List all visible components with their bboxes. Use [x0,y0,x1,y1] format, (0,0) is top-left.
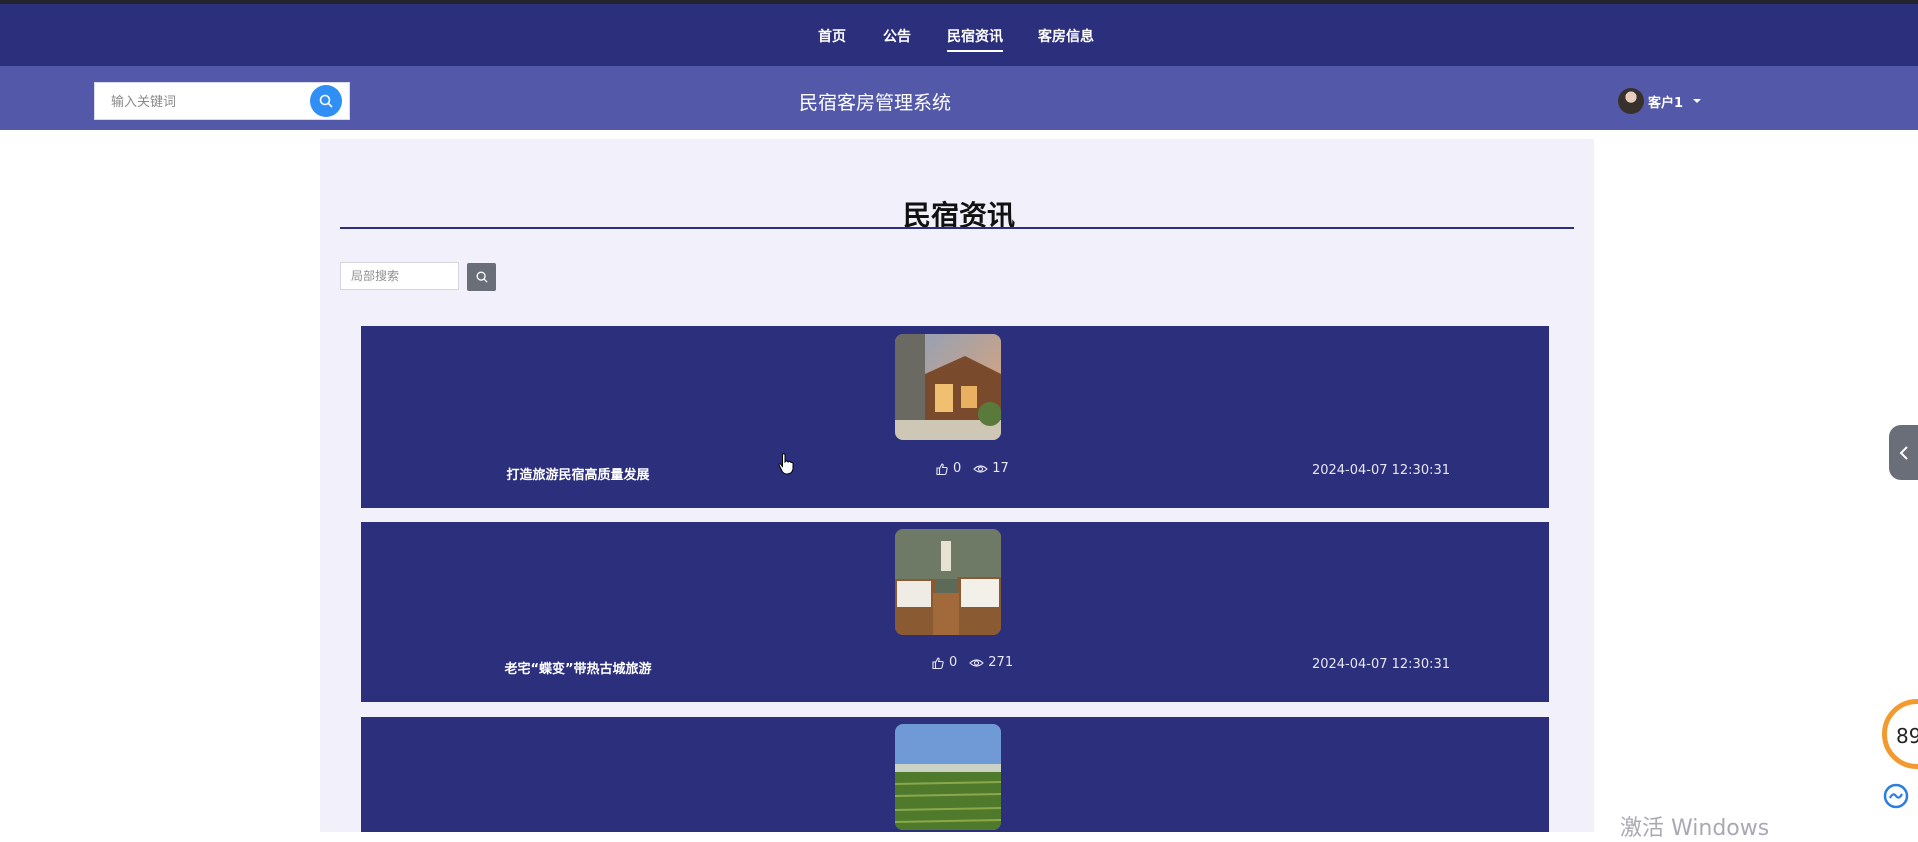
hand-cursor-icon [778,453,794,475]
view-count: 17 [992,461,1009,476]
search-icon [319,94,333,108]
user-menu[interactable]: 客户1 [1618,88,1702,114]
os-activation-watermark: 激活 Windows [1620,816,1770,841]
chevron-down-icon [1693,99,1702,103]
assistant-icon [1883,783,1909,809]
article-card[interactable]: 老宅“蝶变”带热古城旅游 0 271 2024-04-07 12:30:31 [361,522,1549,702]
search-button[interactable] [310,85,342,117]
article-date: 2024-04-07 12:30:31 [1311,463,1451,478]
article-thumbnail[interactable] [895,724,1001,830]
article-title[interactable]: 打造旅游民宿高质量发展 [498,464,658,483]
like-count: 0 [949,655,958,670]
article-thumbnail[interactable] [895,529,1001,635]
article-date: 2024-04-07 12:30:31 [1311,657,1451,672]
eye-icon [973,464,989,473]
floating-badge-number: 89 [1896,724,1918,748]
article-card[interactable] [361,717,1549,832]
nav-item-rooms[interactable]: 客房信息 [1038,26,1094,46]
article-card[interactable]: 打造旅游民宿高质量发展 0 17 2024-04-07 12:30:31 [361,326,1549,508]
nav-item-news[interactable]: 民宿资讯 [947,26,1003,52]
assistant-button[interactable] [1874,774,1918,818]
nav-item-notices[interactable]: 公告 [883,26,911,46]
avatar [1618,88,1644,114]
site-title: 民宿客房管理系统 [798,92,951,114]
thumbs-up-icon[interactable] [935,462,949,476]
view-count: 271 [988,655,1014,670]
thumbs-up-icon[interactable] [931,656,945,670]
title-divider [340,227,1574,229]
search-icon [476,271,487,283]
eye-icon [969,658,985,667]
search-input[interactable] [109,91,293,113]
article-thumbnail[interactable] [895,334,1001,440]
like-count: 0 [953,461,962,476]
top-nav: 首页 公告 民宿资讯 客房信息 [0,4,1918,66]
article-stats: 0 17 [935,461,1021,476]
article-title[interactable]: 老宅“蝶变”带热古城旅游 [498,658,658,677]
chevron-left-icon [1899,445,1908,460]
global-search [94,82,350,120]
side-panel-toggle[interactable] [1889,425,1918,480]
nav-item-home[interactable]: 首页 [818,26,846,46]
article-stats: 0 271 [931,655,1025,670]
local-search-input[interactable] [340,262,459,290]
user-name: 客户1 [1648,95,1684,111]
local-search-button[interactable] [467,263,496,291]
